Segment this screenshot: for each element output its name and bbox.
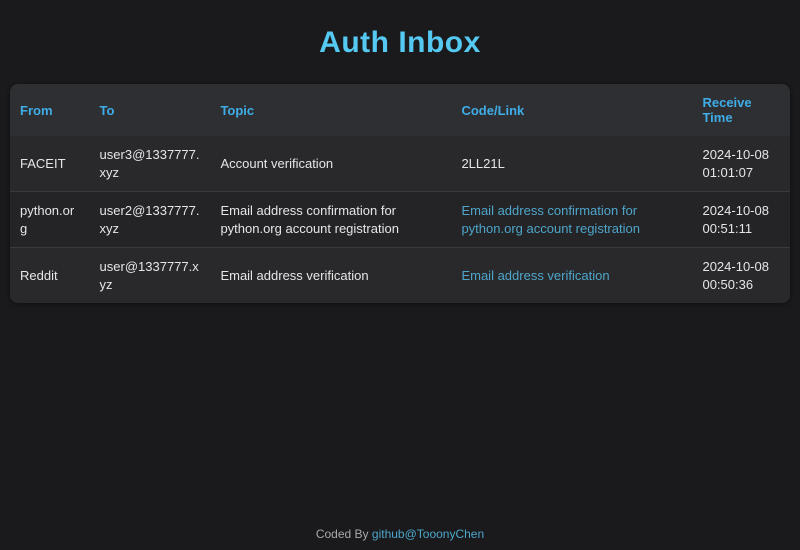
- inbox-table: FromToTopicCode/LinkReceive Time FACEIT u…: [10, 84, 790, 303]
- from-text: python.org: [20, 203, 74, 236]
- cell-code-link: Email address confirmation for python.or…: [451, 192, 692, 248]
- cell-to: user2@1337777.xyz: [90, 192, 211, 248]
- cell-from: FACEIT: [10, 136, 90, 192]
- cell-code-link: Email address verification: [451, 248, 692, 304]
- column-header-from: From: [10, 84, 90, 136]
- table-row: FACEIT user3@1337777.xyz Account verificat…: [10, 136, 790, 192]
- cell-to: user@1337777.xyz: [90, 248, 211, 304]
- table-row: python.org user2@1337777.xyz Email address…: [10, 192, 790, 248]
- cell-receive-time: 2024-10-08 00:51:11: [692, 192, 790, 248]
- receive-time-text: 2024-10-08 00:51:11: [702, 203, 769, 236]
- page-title: Auth Inbox: [0, 26, 800, 60]
- topic-text: Email address confirmation for python.or…: [220, 203, 399, 236]
- to-text: user@1337777.xyz: [100, 259, 199, 292]
- cell-topic: Email address confirmation for python.or…: [210, 192, 451, 248]
- verification-link[interactable]: Email address verification: [461, 268, 609, 283]
- column-header-topic: Topic: [210, 84, 451, 136]
- cell-receive-time: 2024-10-08 00:50:36: [692, 248, 790, 304]
- from-text: FACEIT: [20, 156, 66, 171]
- receive-time-text: 2024-10-08 01:01:07: [702, 147, 769, 180]
- to-text: user2@1337777.xyz: [100, 203, 200, 236]
- column-header-to: To: [90, 84, 211, 136]
- from-text: Reddit: [20, 268, 58, 283]
- footer-github-link[interactable]: github@TooonyChen: [372, 527, 484, 541]
- cell-topic: Email address verification: [210, 248, 451, 304]
- cell-receive-time: 2024-10-08 01:01:07: [692, 136, 790, 192]
- receive-time-text: 2024-10-08 00:50:36: [702, 259, 769, 292]
- inbox-table-container: FromToTopicCode/LinkReceive Time FACEIT u…: [10, 84, 790, 303]
- column-header-code_link: Code/Link: [451, 84, 692, 136]
- cell-code-link: 2LL21L: [451, 136, 692, 192]
- to-text: user3@1337777.xyz: [100, 147, 200, 180]
- cell-from: python.org: [10, 192, 90, 248]
- footer-credit-text: Coded By: [316, 527, 372, 541]
- cell-to: user3@1337777.xyz: [90, 136, 211, 192]
- cell-from: Reddit: [10, 248, 90, 304]
- footer: Coded By github@TooonyChen: [0, 527, 800, 550]
- topic-text: Email address verification: [220, 268, 368, 283]
- cell-topic: Account verification: [210, 136, 451, 192]
- column-header-receive_time: Receive Time: [692, 84, 790, 136]
- verification-link[interactable]: Email address confirmation for python.or…: [461, 203, 640, 236]
- inbox-table-header: FromToTopicCode/LinkReceive Time: [10, 84, 790, 136]
- topic-text: Account verification: [220, 156, 333, 171]
- table-row: Reddit user@1337777.xyz Email address veri…: [10, 248, 790, 304]
- verification-code: 2LL21L: [461, 156, 504, 171]
